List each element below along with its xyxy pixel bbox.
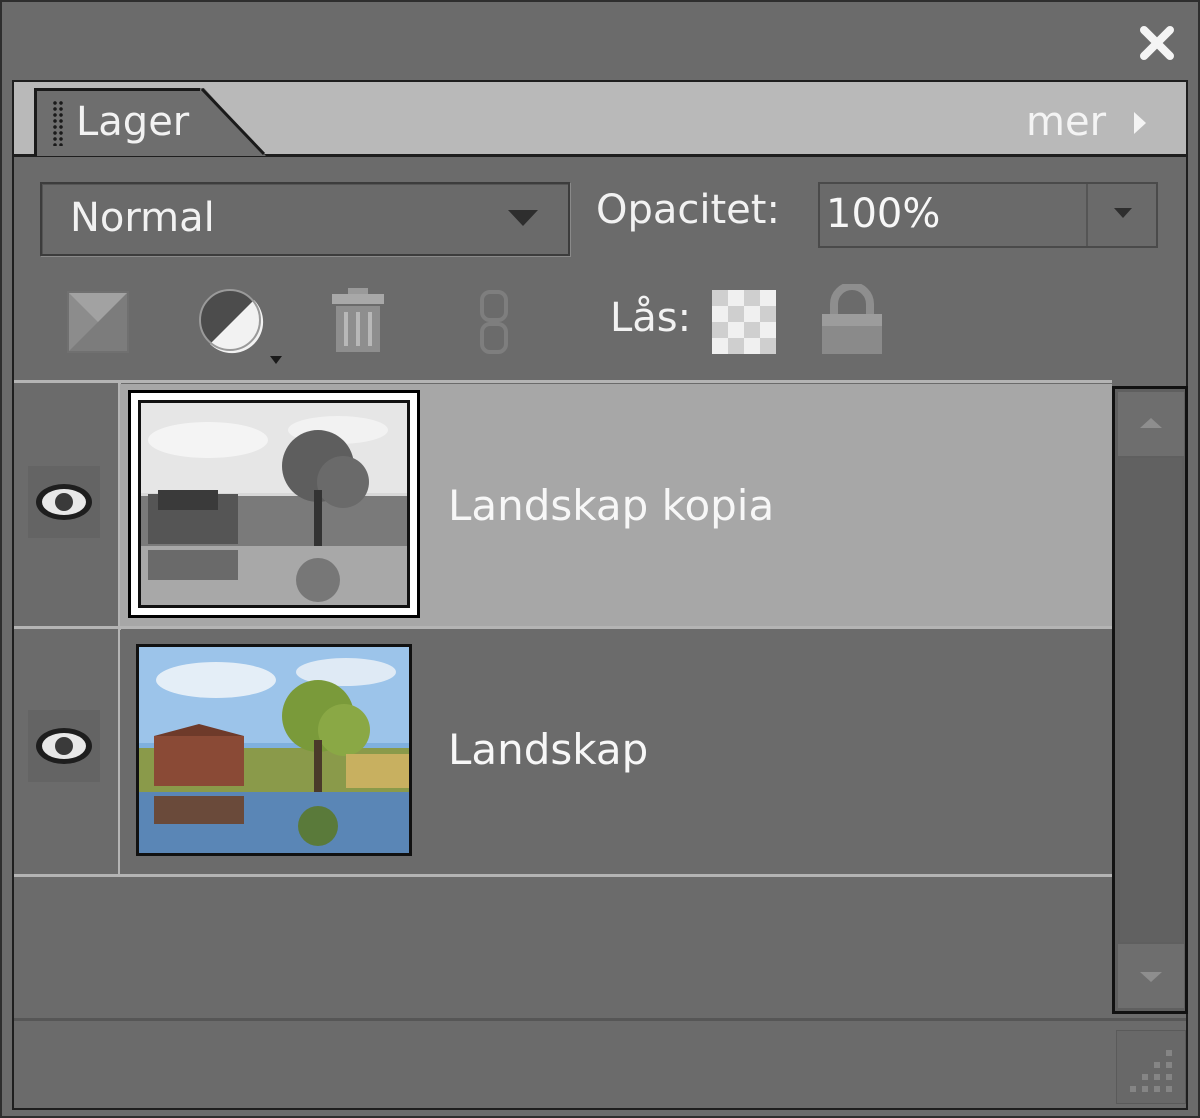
blend-mode-value: Normal: [70, 195, 215, 241]
chevron-right-icon[interactable]: [1130, 108, 1150, 138]
link-icon[interactable]: [476, 290, 512, 354]
scroll-down-arrow-icon[interactable]: [1118, 944, 1184, 1008]
lock-label: Lås:: [610, 295, 692, 341]
divider: [14, 1018, 1186, 1021]
new-layer-icon[interactable]: [66, 290, 130, 354]
opacity-label: Opacitet:: [596, 187, 780, 233]
scroll-up-arrow-icon[interactable]: [1118, 392, 1184, 456]
opacity-dropdown-button[interactable]: [1086, 184, 1158, 246]
divider: [14, 874, 1112, 877]
tab-label: Lager: [76, 99, 190, 145]
more-menu-button[interactable]: mer: [1026, 96, 1106, 148]
layer-name: Landskap: [448, 725, 649, 774]
scrollbar-track[interactable]: [1120, 458, 1182, 942]
resize-grip-icon[interactable]: [1116, 1030, 1186, 1104]
lock-all-icon[interactable]: [818, 284, 886, 356]
layer-name: Landskap kopia: [448, 481, 775, 530]
chevron-down-icon: [1114, 208, 1132, 218]
chevron-down-icon[interactable]: [506, 206, 540, 230]
visibility-eye-icon[interactable]: [28, 466, 100, 538]
lock-transparency-icon[interactable]: [712, 290, 776, 354]
divider: [14, 380, 1112, 383]
close-icon[interactable]: [1136, 22, 1178, 64]
opacity-value: 100%: [826, 191, 941, 237]
trash-icon[interactable]: [328, 286, 388, 354]
layer-thumbnail: [136, 644, 412, 856]
visibility-eye-icon[interactable]: [28, 710, 100, 782]
layer-thumbnail: [138, 400, 410, 608]
divider: [14, 626, 1112, 629]
adjustment-layer-icon[interactable]: [196, 286, 292, 368]
tab-edge: [200, 88, 266, 156]
tab-grip-icon[interactable]: [52, 100, 64, 146]
